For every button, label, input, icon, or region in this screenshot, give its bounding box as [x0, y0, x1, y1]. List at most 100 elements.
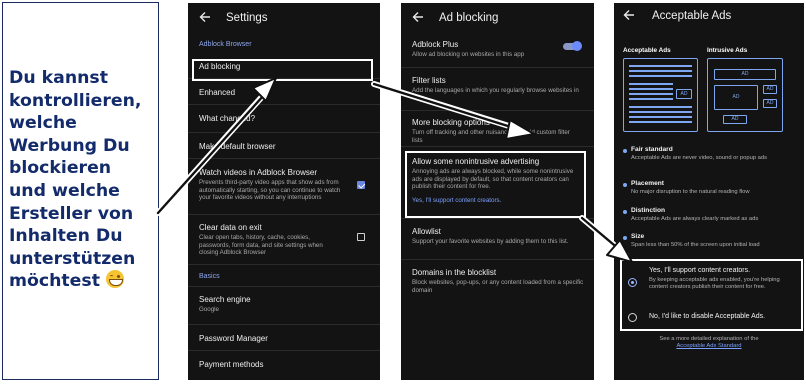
grinning-face-icon — [106, 270, 124, 289]
caption-line: und welche — [9, 180, 120, 201]
page-title: Settings — [226, 12, 268, 24]
settings-item-default-browser[interactable]: Make default browser — [188, 133, 380, 159]
acceptable-ads-topbar: Acceptable Ads — [614, 3, 804, 33]
adblock-plus-toggle[interactable] — [563, 41, 582, 51]
ad-blocking-highlight — [192, 59, 373, 81]
acceptable-ads-options: Yes, I'll support content creators. By k… — [620, 259, 803, 331]
item-label: Watch videos in Adblock Browser — [199, 168, 317, 177]
text-line — [629, 88, 673, 90]
back-arrow-icon[interactable] — [623, 9, 635, 21]
adblock-plus-item[interactable]: Adblock Plus Allow ad blocking on websit… — [401, 33, 594, 68]
option-yes-description: By keeping acceptable ads enabled, you'r… — [649, 277, 780, 291]
item-description: Block websites, pop-ups, or any content … — [412, 279, 584, 294]
caption-line: welche — [9, 113, 77, 134]
caption-line: Werbung Du — [9, 135, 130, 156]
item-value: Google — [199, 306, 219, 313]
page-title: Acceptable Ads — [652, 10, 732, 22]
text-line — [629, 93, 673, 95]
bullet-icon — [623, 183, 627, 187]
intrusive-ads-illustration: AD AD AD AD AD — [707, 58, 783, 132]
settings-item-watch-videos[interactable]: Watch videos in Adblock Browser Prevents… — [188, 159, 380, 215]
domains-blocklist-item[interactable]: Domains in the blocklist Block websites,… — [401, 260, 594, 306]
item-description: Clear open tabs, history, cache, cookies… — [199, 234, 323, 257]
allowlist-item[interactable]: Allowlist Support your favorite websites… — [401, 219, 594, 260]
item-description: Prevents third-party video apps that sho… — [199, 179, 341, 202]
item-description: Support your favorite websites by adding… — [412, 238, 569, 245]
caption-text: Du kannst kontrollieren, welche Werbung … — [9, 67, 159, 293]
caption-line: Du kannst — [9, 68, 108, 88]
text-line — [629, 65, 692, 67]
caption-line: unterstützen — [9, 248, 136, 269]
feature-title: Fair standard — [631, 146, 673, 153]
nonintrusive-highlight — [405, 151, 586, 218]
acceptable-ads-standard-link[interactable]: Acceptable Ads Standard — [676, 343, 741, 349]
item-label: Allowlist — [412, 227, 441, 236]
caption-line: blockieren — [9, 158, 112, 179]
text-line — [629, 121, 692, 123]
item-label: Domains in the blocklist — [412, 268, 497, 277]
feature-title: Size — [631, 233, 645, 240]
bullet-icon — [623, 149, 627, 153]
ad-placeholder: AD — [763, 99, 777, 108]
feature-description: Acceptable Ads are always clearly marked… — [631, 216, 759, 222]
ad-placeholder: AD — [714, 85, 758, 110]
settings-item-payment-methods[interactable]: Payment methods — [188, 351, 380, 377]
caption-line: Inhalten Du — [9, 226, 123, 247]
text-line — [629, 98, 673, 100]
ad-placeholder: AD — [676, 89, 692, 99]
settings-item-password-manager[interactable]: Password Manager — [188, 325, 380, 351]
caption-line: kontrollieren, — [9, 90, 142, 111]
settings-item-enhanced[interactable]: Enhanced — [188, 79, 380, 105]
text-line — [629, 83, 673, 85]
option-no-radio[interactable] — [628, 313, 637, 322]
option-no-label[interactable]: No, I'd like to disable Acceptable Ads. — [649, 313, 765, 320]
settings-item-clear-data[interactable]: Clear data on exit Clear open tabs, hist… — [188, 215, 380, 265]
clear-data-checkbox[interactable] — [357, 233, 365, 241]
ad-blocking-topbar: Ad blocking — [401, 3, 594, 33]
item-label: Payment methods — [199, 360, 264, 369]
back-arrow-icon[interactable] — [199, 11, 211, 23]
section-header-basics: Basics — [188, 265, 380, 287]
settings-item-whats-changed[interactable]: What changed? — [188, 105, 380, 133]
text-line — [629, 111, 692, 113]
item-label: Clear data on exit — [199, 223, 262, 232]
settings-item-search-engine[interactable]: Search engine Google — [188, 287, 380, 325]
item-label: Search engine — [199, 295, 251, 304]
back-arrow-icon[interactable] — [412, 11, 424, 23]
item-description: Turn off tracking and other nuisances, o… — [412, 129, 570, 144]
acceptable-ads-illustration: AD — [623, 58, 698, 132]
text-line — [629, 75, 692, 77]
item-label: Filter lists — [412, 76, 446, 85]
ad-placeholder: AD — [723, 115, 747, 124]
feature-description: Span less than 50% of the screen upon in… — [631, 242, 760, 248]
text-line — [629, 116, 692, 118]
ad-placeholder: AD — [714, 69, 776, 80]
item-label: More blocking options — [412, 118, 490, 127]
acceptable-ads-label: Acceptable Ads — [623, 47, 671, 54]
intrusive-ads-label: Intrusive Ads — [707, 47, 748, 54]
caption-line: Ersteller von — [9, 203, 134, 224]
feature-title: Placement — [631, 180, 664, 187]
item-label: Adblock Plus — [412, 40, 459, 49]
caption-panel: Du kannst kontrollieren, welche Werbung … — [2, 2, 159, 380]
item-description: Add the languages in which you regularly… — [412, 87, 579, 94]
item-label: Enhanced — [199, 88, 236, 97]
more-blocking-options-item[interactable]: More blocking options Turn off tracking … — [401, 111, 594, 147]
feature-title: Distinction — [631, 207, 666, 214]
filter-lists-item[interactable]: Filter lists Add the languages in which … — [401, 68, 594, 111]
watch-videos-checkbox[interactable] — [357, 181, 365, 189]
item-label: Make default browser — [199, 142, 276, 151]
feature-description: No major disruption to the natural readi… — [631, 189, 750, 195]
text-line — [629, 106, 692, 108]
item-description: Allow ad blocking on websites in this ap… — [412, 51, 525, 58]
settings-topbar: Settings — [188, 3, 380, 33]
page-title: Ad blocking — [439, 12, 499, 24]
item-label: What changed? — [199, 114, 256, 123]
section-header-browser: Adblock Browser — [199, 41, 252, 48]
option-yes-radio[interactable] — [628, 278, 637, 287]
text-line — [629, 70, 692, 72]
item-label: Password Manager — [199, 334, 268, 343]
option-yes-label[interactable]: Yes, I'll support content creators. — [649, 267, 750, 274]
footer-text: See a more detailed explanation of the A… — [659, 336, 759, 350]
bullet-icon — [623, 236, 627, 240]
